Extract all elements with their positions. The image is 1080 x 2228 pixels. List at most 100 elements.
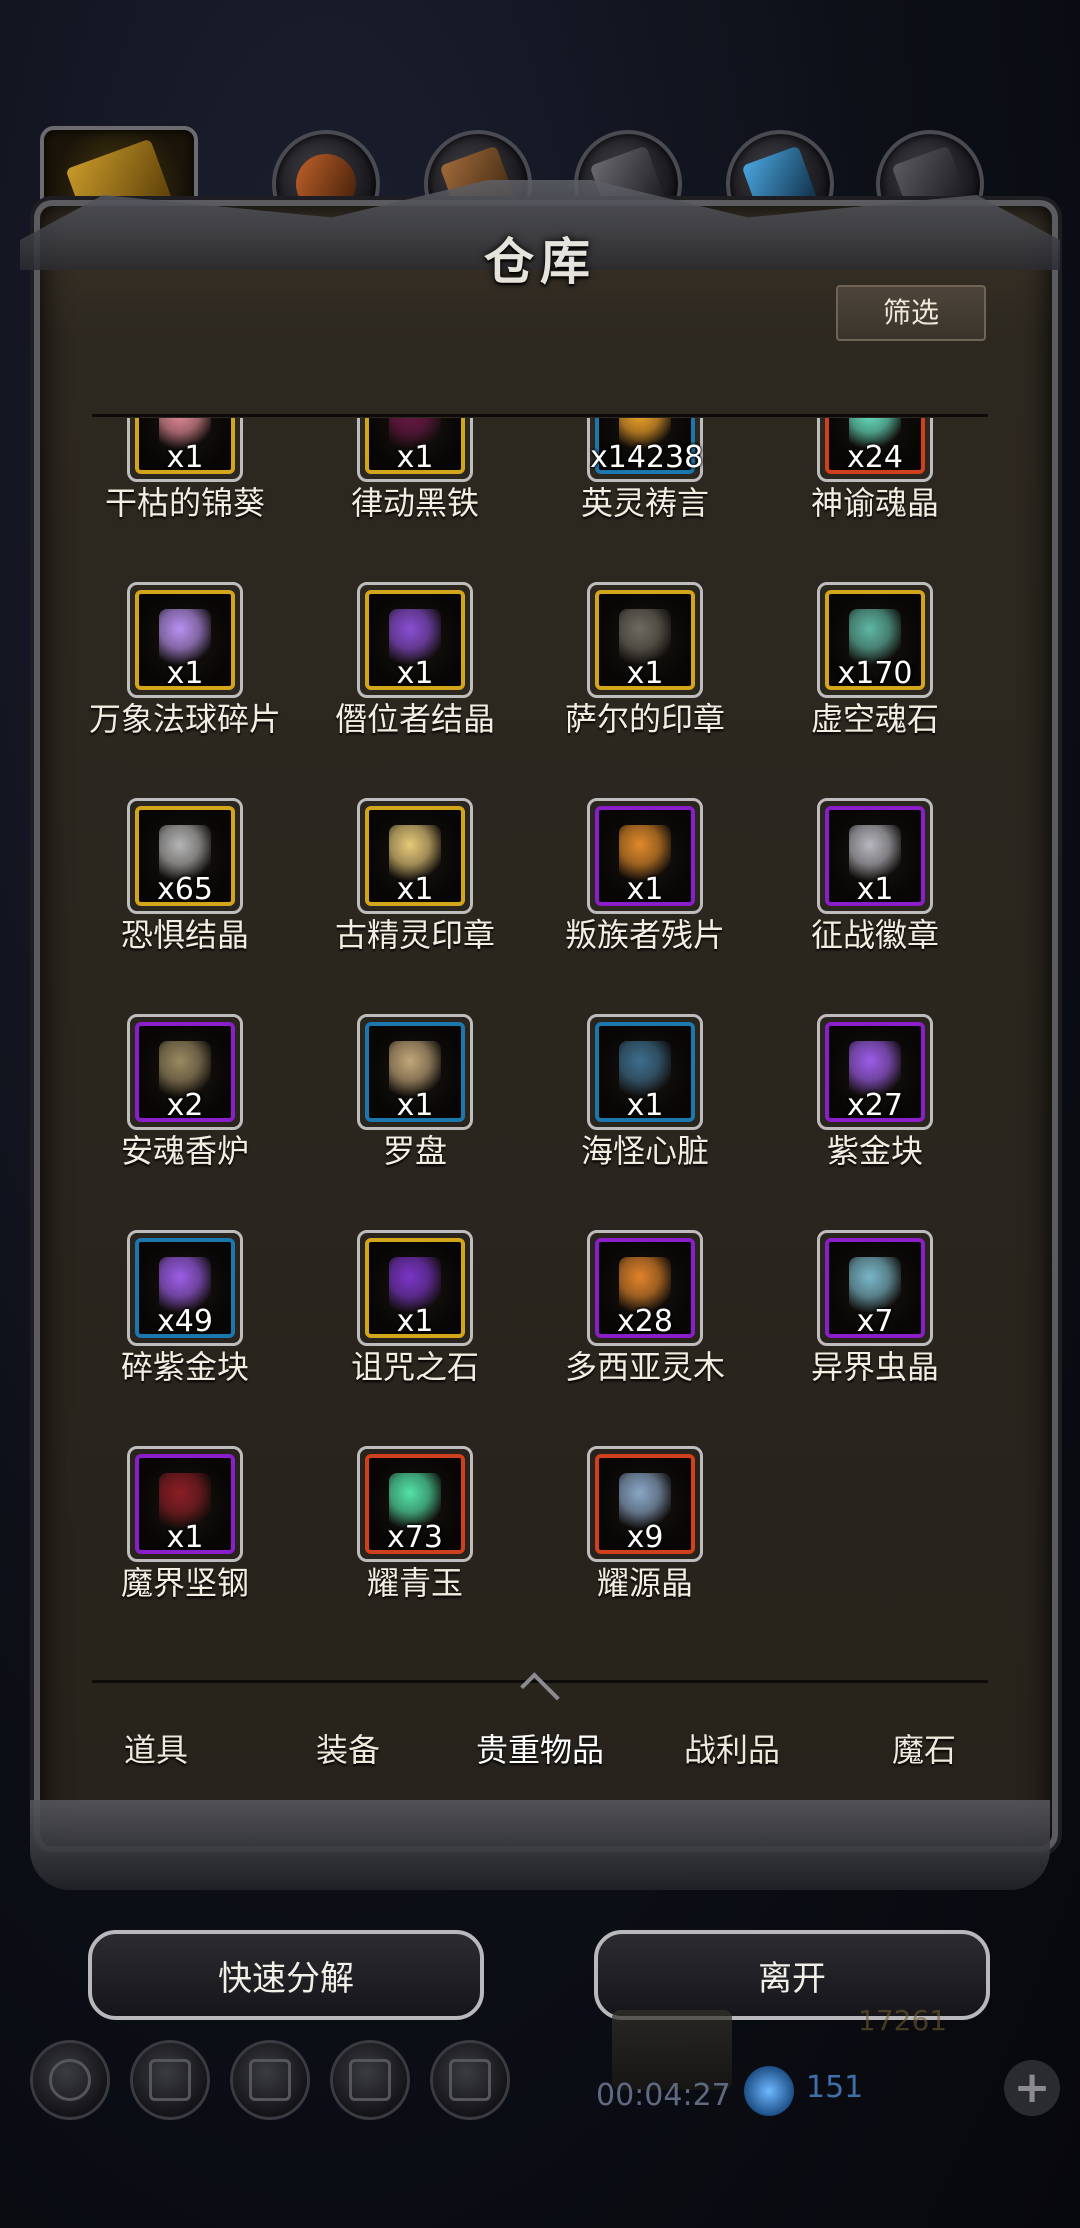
item-slot[interactable]: x1 <box>357 1014 473 1130</box>
item-name: 诅咒之石 <box>350 1348 479 1386</box>
inventory-item[interactable]: x1 罗盘 <box>300 1014 530 1214</box>
inventory-item[interactable]: x73 耀青玉 <box>300 1446 530 1646</box>
inventory-item[interactable]: x27 紫金块 <box>760 1014 990 1214</box>
inventory-item[interactable]: x9 耀源晶 <box>530 1446 760 1646</box>
inventory-item[interactable]: x2 安魂香炉 <box>70 1014 300 1214</box>
inventory-item[interactable]: x24 神谕魂晶 <box>760 418 990 566</box>
item-grid: x1 干枯的锦葵 x1 律动黑铁 x14238 英灵祷言 x24 神谕魂晶 x1 万象法球碎片 x1… <box>70 418 1000 1678</box>
item-name: 安魂香炉 <box>120 1132 249 1170</box>
item-name: 征战徽章 <box>810 916 939 954</box>
item-name: 魔界坚钢 <box>120 1564 249 1602</box>
star-icon[interactable] <box>130 2040 210 2120</box>
item-slot[interactable]: x1 <box>357 798 473 914</box>
item-name: 耀青玉 <box>366 1564 463 1602</box>
inventory-item[interactable]: x1 诅咒之石 <box>300 1230 530 1430</box>
item-slot[interactable]: x49 <box>127 1230 243 1346</box>
item-count: x7 <box>856 1304 894 1339</box>
item-slot[interactable]: x170 <box>817 582 933 698</box>
item-name: 虚空魂石 <box>810 700 939 738</box>
gem-icon <box>744 2066 794 2116</box>
map-icon[interactable] <box>230 2040 310 2120</box>
item-name: 海怪心脏 <box>580 1132 709 1170</box>
filter-button[interactable]: 筛选 <box>836 285 986 341</box>
item-slot[interactable]: x2 <box>127 1014 243 1130</box>
item-count: x170 <box>837 656 913 691</box>
item-slot[interactable]: x73 <box>357 1446 473 1562</box>
item-slot[interactable]: x7 <box>817 1230 933 1346</box>
tab-valuables[interactable]: 贵重物品 <box>444 1700 636 1800</box>
item-name: 古精灵印章 <box>334 916 495 954</box>
item-name: 恐惧结晶 <box>120 916 249 954</box>
inventory-item[interactable]: x1 万象法球碎片 <box>70 582 300 782</box>
inventory-item[interactable]: x49 碎紫金块 <box>70 1230 300 1430</box>
item-name: 紫金块 <box>826 1132 923 1170</box>
item-slot[interactable]: x1 <box>127 1446 243 1562</box>
item-slot[interactable]: x1 <box>127 582 243 698</box>
item-count: x27 <box>847 1088 903 1123</box>
item-name: 碎紫金块 <box>120 1348 249 1386</box>
inventory-item[interactable]: x28 多西亚灵木 <box>530 1230 760 1430</box>
item-count: x1 <box>626 872 664 907</box>
inventory-item[interactable]: x1 海怪心脏 <box>530 1014 760 1214</box>
item-slot[interactable]: x1 <box>357 418 473 482</box>
item-name: 耀源晶 <box>596 1564 693 1602</box>
item-slot[interactable]: x1 <box>127 418 243 482</box>
add-currency-plus-icon[interactable]: + <box>1004 2060 1060 2116</box>
item-slot[interactable]: x1 <box>817 798 933 914</box>
panel-frame-bottom <box>30 1800 1050 1890</box>
item-slot[interactable]: x9 <box>587 1446 703 1562</box>
item-name: 律动黑铁 <box>350 484 479 522</box>
item-slot[interactable]: x24 <box>817 418 933 482</box>
item-slot[interactable]: x1 <box>357 582 473 698</box>
inventory-item[interactable]: x14238 英灵祷言 <box>530 418 760 566</box>
item-slot[interactable]: x65 <box>127 798 243 914</box>
mail-icon[interactable] <box>330 2040 410 2120</box>
inventory-item[interactable]: x170 虚空魂石 <box>760 582 990 782</box>
inventory-item[interactable]: x7 异界虫晶 <box>760 1230 990 1430</box>
item-count: x1 <box>626 656 664 691</box>
cube-icon[interactable] <box>430 2040 510 2120</box>
item-name: 萨尔的印章 <box>564 700 725 738</box>
inventory-item[interactable]: x1 律动黑铁 <box>300 418 530 566</box>
item-count: x1 <box>396 440 434 475</box>
inventory-item[interactable]: x65 恐惧结晶 <box>70 798 300 998</box>
inventory-item[interactable]: x1 萨尔的印章 <box>530 582 760 782</box>
inventory-item[interactable]: x1 叛族者残片 <box>530 798 760 998</box>
tab-items[interactable]: 道具 <box>60 1700 252 1800</box>
item-count: x1 <box>166 440 204 475</box>
item-count: x14238 <box>590 440 704 475</box>
item-name: 叛族者残片 <box>564 916 725 954</box>
inventory-item[interactable]: x1 僭位者结晶 <box>300 582 530 782</box>
item-count: x1 <box>626 1088 664 1123</box>
item-count: x2 <box>166 1088 204 1123</box>
item-count: x1 <box>396 872 434 907</box>
item-name: 万象法球碎片 <box>88 700 281 738</box>
quick-decompose-button[interactable]: 快速分解 <box>88 1930 484 2020</box>
item-slot[interactable]: x27 <box>817 1014 933 1130</box>
inventory-item[interactable]: x1 征战徽章 <box>760 798 990 998</box>
inventory-item[interactable]: x1 古精灵印章 <box>300 798 530 998</box>
settings-gear-icon[interactable] <box>30 2040 110 2120</box>
item-count: x1 <box>166 1520 204 1555</box>
gem-count: 151 <box>806 2070 864 2105</box>
item-slot[interactable]: x1 <box>587 582 703 698</box>
item-slot[interactable]: x14238 <box>587 418 703 482</box>
item-slot[interactable]: x1 <box>357 1230 473 1346</box>
item-grid-viewport[interactable]: x1 干枯的锦葵 x1 律动黑铁 x14238 英灵祷言 x24 神谕魂晶 x1 万象法球碎片 x1… <box>70 418 1000 1684</box>
item-name: 干枯的锦葵 <box>104 484 265 522</box>
tab-magic-stones[interactable]: 魔石 <box>828 1700 1020 1800</box>
item-count: x24 <box>847 440 903 475</box>
tab-equipment[interactable]: 装备 <box>252 1700 444 1800</box>
item-count: x1 <box>396 1304 434 1339</box>
item-name: 英灵祷言 <box>580 484 709 522</box>
tab-loot[interactable]: 战利品 <box>636 1700 828 1800</box>
inventory-item[interactable]: x1 魔界坚钢 <box>70 1446 300 1646</box>
item-slot[interactable]: x1 <box>587 798 703 914</box>
item-name: 罗盘 <box>382 1132 447 1170</box>
page-title: 仓库 <box>484 233 596 291</box>
inventory-item[interactable]: x1 干枯的锦葵 <box>70 418 300 566</box>
bottom-tabs: 道具 装备 贵重物品 战利品 魔石 <box>60 1700 1020 1800</box>
item-slot[interactable]: x28 <box>587 1230 703 1346</box>
item-slot[interactable]: x1 <box>587 1014 703 1130</box>
item-count: x9 <box>626 1520 664 1555</box>
